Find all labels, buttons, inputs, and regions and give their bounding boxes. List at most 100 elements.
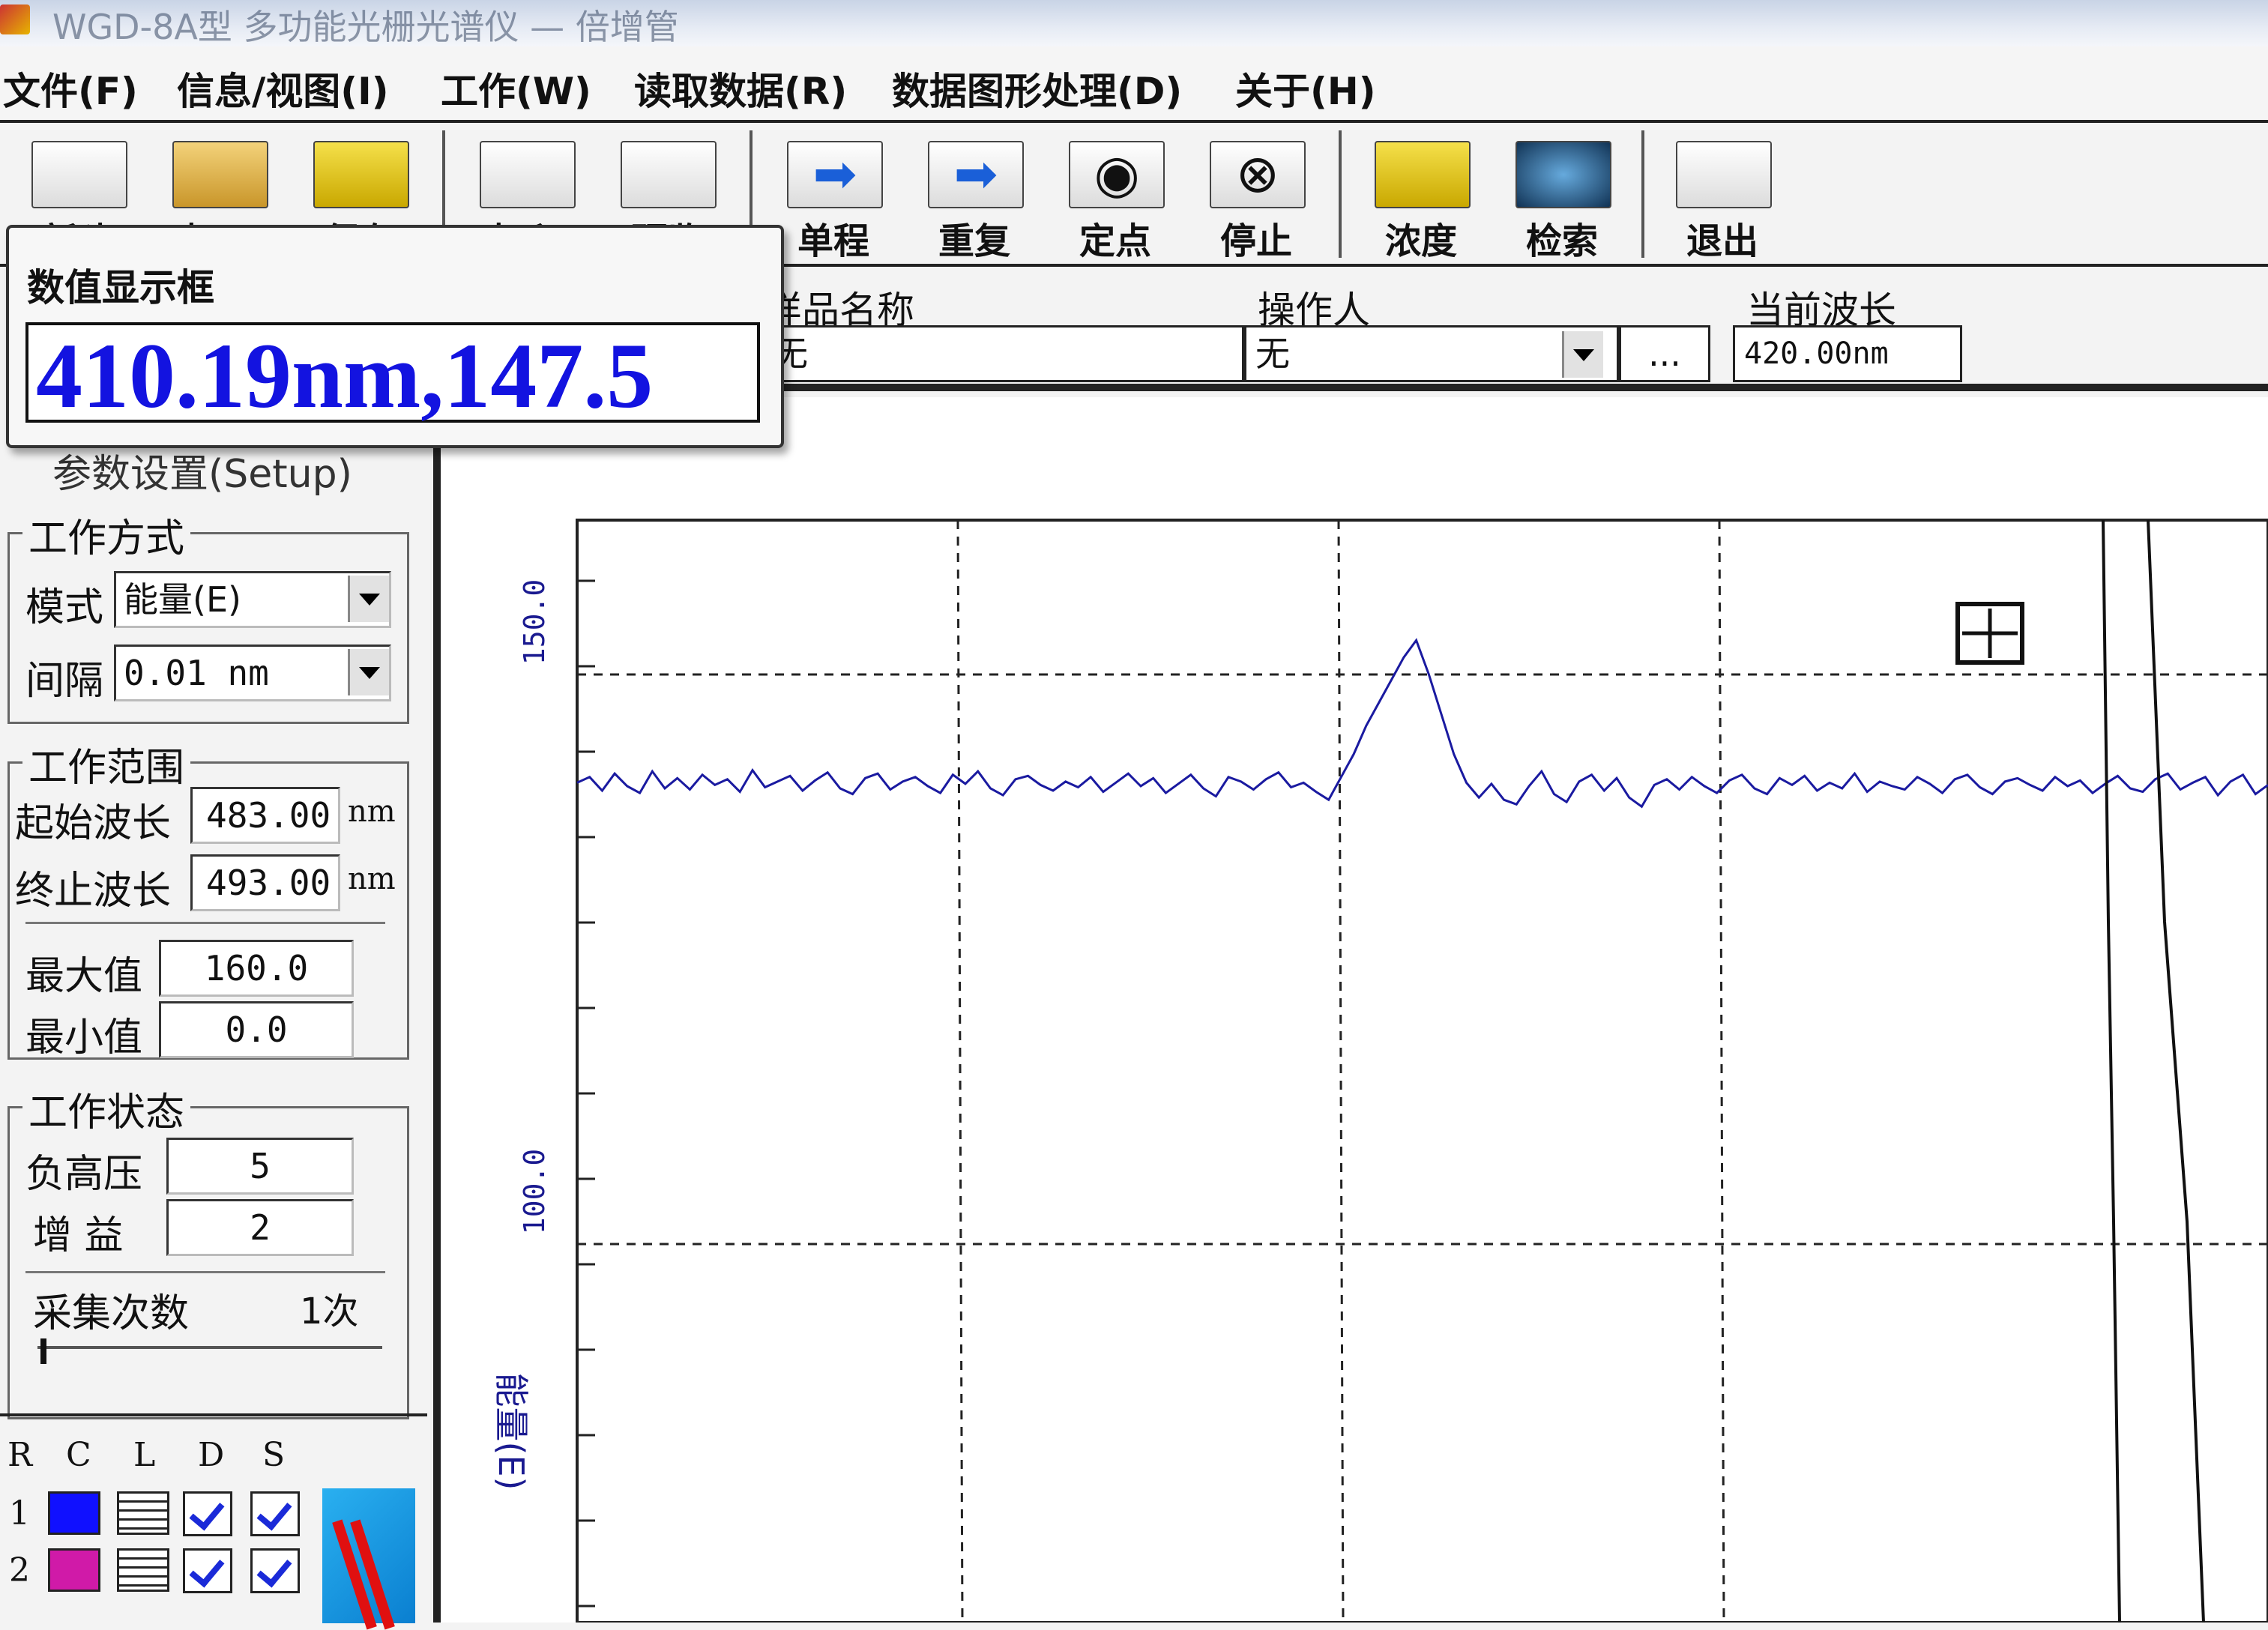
toolbar-separator xyxy=(1641,130,1644,258)
channel-preview-icon xyxy=(322,1488,415,1630)
plot-frame xyxy=(576,519,2268,1624)
header-r: R xyxy=(7,1436,33,1474)
status-divider xyxy=(25,1271,385,1273)
select-checkbox[interactable] xyxy=(250,1491,300,1536)
value-display-box: 410.19nm,147.5 xyxy=(25,322,760,423)
header-d: D xyxy=(198,1436,225,1474)
exit-door-icon xyxy=(1676,141,1772,208)
acquisition-count-label: 采集次数 xyxy=(33,1291,190,1336)
floppy-save-icon xyxy=(313,141,409,208)
gain-label: 增 益 xyxy=(33,1213,124,1258)
menu-read-data[interactable]: 读取数据(R) xyxy=(634,61,847,115)
value-display-panel: 数值显示框 410.19nm,147.5 xyxy=(6,225,784,448)
title-bar: WGD-8A型 多功能光栅光谱仪 — 倍增管 xyxy=(0,0,2268,47)
end-wavelength-unit: nm xyxy=(348,862,396,896)
channel-row: 2 xyxy=(0,1548,322,1601)
acquisition-count-value: 1次 xyxy=(300,1291,359,1332)
value-display-title: 数值显示框 xyxy=(27,266,214,310)
end-wavelength-label: 终止波长 xyxy=(15,869,172,914)
spectrum-chart-area[interactable]: 150.0 100.0 能量(E) xyxy=(441,397,2268,1624)
start-wavelength-input[interactable]: 483.00 xyxy=(190,787,340,844)
y-tick-label-100: 100.0 xyxy=(518,1149,551,1234)
fixed-point-icon: ◉ xyxy=(1069,141,1165,208)
arrow-right-repeat-icon: ➡ xyxy=(928,141,1024,208)
stop-icon: ⊗ xyxy=(1210,141,1306,208)
interval-label: 间隔 xyxy=(25,659,104,704)
min-value-label: 最小值 xyxy=(25,1015,143,1060)
setup-tab[interactable]: 参数设置(Setup) xyxy=(52,442,352,498)
slider-thumb[interactable] xyxy=(40,1338,46,1364)
new-file-icon xyxy=(31,141,127,208)
header-c: C xyxy=(66,1436,91,1474)
exit-button[interactable]: 退出 xyxy=(1662,133,1782,265)
max-value-label: 最大值 xyxy=(25,954,143,999)
search-button-label: 检索 xyxy=(1525,220,1598,262)
menu-file[interactable]: 文件(F) xyxy=(3,61,138,115)
single-scan-button[interactable]: ➡ 单程 xyxy=(773,133,893,265)
start-wavelength-label: 起始波长 xyxy=(15,801,172,846)
fields-divider xyxy=(764,384,2268,391)
high-voltage-input[interactable]: 5 xyxy=(166,1138,354,1195)
value-display-readout: 410.19nm,147.5 xyxy=(36,325,654,427)
range-group-title: 工作范围 xyxy=(22,736,191,792)
operator-dropdown-icon[interactable] xyxy=(1562,331,1603,378)
start-wavelength-unit: nm xyxy=(348,794,396,829)
sample-name-field[interactable]: 无 xyxy=(764,325,1244,382)
header-s: S xyxy=(262,1436,286,1474)
operator-more-button[interactable]: ... xyxy=(1619,325,1710,382)
menu-about[interactable]: 关于(H) xyxy=(1235,61,1376,115)
y-tick-label-150: 150.0 xyxy=(518,579,551,665)
search-button[interactable]: 检索 xyxy=(1502,133,1622,265)
concentration-icon xyxy=(1375,141,1471,208)
window-title: WGD-8A型 多功能光栅光谱仪 — 倍增管 xyxy=(52,7,679,47)
channel-color-swatch[interactable] xyxy=(48,1548,100,1592)
display-checkbox[interactable] xyxy=(183,1491,232,1536)
interval-dropdown-icon[interactable] xyxy=(348,649,389,695)
printer-icon xyxy=(480,141,576,208)
max-value-input[interactable]: 160.0 xyxy=(159,940,354,997)
y-axis-label: 能量(E) xyxy=(491,1373,531,1491)
single-scan-label: 单程 xyxy=(797,220,869,262)
range-divider xyxy=(25,922,385,924)
channel-color-swatch[interactable] xyxy=(48,1491,100,1535)
acquisition-count-slider[interactable] xyxy=(37,1346,382,1349)
print-preview-icon xyxy=(621,141,717,208)
stop-button-label: 停止 xyxy=(1219,220,1292,262)
header-l: L xyxy=(133,1436,156,1474)
mode-label: 模式 xyxy=(25,585,104,630)
wavelength-field[interactable]: 420.00nm xyxy=(1733,325,1962,382)
concentration-label: 浓度 xyxy=(1384,220,1457,262)
mode-group-title: 工作方式 xyxy=(22,507,191,563)
status-group-title: 工作状态 xyxy=(22,1081,191,1137)
open-folder-icon xyxy=(172,141,268,208)
gain-input[interactable]: 2 xyxy=(166,1199,354,1256)
line-style-icon[interactable] xyxy=(117,1491,169,1535)
repeat-scan-button[interactable]: ➡ 重复 xyxy=(914,133,1034,265)
end-wavelength-input[interactable]: 493.00 xyxy=(190,854,340,911)
stop-button[interactable]: ⊗ 停止 xyxy=(1196,133,1316,265)
channel-divider xyxy=(0,1413,427,1416)
menu-bar: 文件(F) 信息/视图(I) 工作(W) 读取数据(R) 数据图形处理(D) 关… xyxy=(0,46,2268,123)
concentration-button[interactable]: 浓度 xyxy=(1361,133,1481,265)
arrow-right-icon: ➡ xyxy=(787,141,883,208)
header-fields: 样品名称 无 操作人 无 ... 当前波长 420.00nm xyxy=(764,265,2268,393)
display-checkbox[interactable] xyxy=(183,1548,232,1593)
high-voltage-label: 负高压 xyxy=(25,1152,143,1197)
select-checkbox[interactable] xyxy=(250,1548,300,1593)
fixed-point-button[interactable]: ◉ 定点 xyxy=(1055,133,1175,265)
menu-view[interactable]: 信息/视图(I) xyxy=(177,61,389,115)
channel-index: 1 xyxy=(9,1494,30,1533)
spectrum-chart[interactable]: 150.0 100.0 能量(E) xyxy=(441,397,2268,1624)
mode-select-value: 能量(E) xyxy=(124,579,241,620)
min-value-input[interactable]: 0.0 xyxy=(159,1001,354,1058)
menu-graph-processing[interactable]: 数据图形处理(D) xyxy=(892,61,1182,115)
channel-index: 2 xyxy=(9,1551,30,1590)
mode-dropdown-icon[interactable] xyxy=(348,576,389,622)
toolbar-separator xyxy=(1339,130,1342,258)
settings-panel: 参数设置(Setup) 工作方式 模式 能量(E) 间隔 0.01 nm 工作范… xyxy=(0,442,441,1630)
interval-select-value: 0.01 nm xyxy=(124,653,269,693)
repeat-scan-label: 重复 xyxy=(938,220,1010,262)
app-icon xyxy=(0,4,30,34)
line-style-icon[interactable] xyxy=(117,1548,169,1592)
menu-work[interactable]: 工作(W) xyxy=(441,61,591,115)
